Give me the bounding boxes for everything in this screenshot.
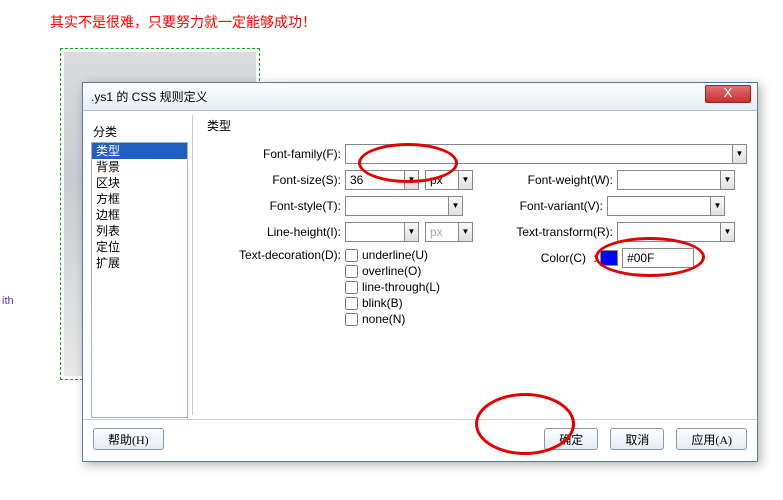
label-text-transform: Text-transform(R): (491, 225, 617, 239)
sidebar-item-type[interactable]: 类型 (92, 143, 187, 159)
main-panel: 类型 Font-family(F): ▼ Font-size(S): ▼ ▼ F… (197, 111, 757, 419)
panel-title: 类型 (207, 117, 747, 134)
linethrough-label: line-through(L) (362, 280, 440, 294)
font-variant-field[interactable] (607, 196, 711, 216)
titlebar[interactable]: .ys1 的 CSS 规则定义 X (83, 83, 757, 111)
font-weight-field[interactable] (617, 170, 721, 190)
font-weight-dd-icon[interactable]: ▼ (721, 170, 735, 190)
font-size-unit-dd-icon[interactable]: ▼ (459, 170, 473, 190)
color-field[interactable] (622, 248, 694, 268)
label-font-style: Font-style(T): (207, 199, 345, 213)
decoration-group: underline(U) overline(O) line-through(L)… (345, 248, 440, 328)
text-transform-dd-icon[interactable]: ▼ (721, 222, 735, 242)
underline-label: underline(U) (362, 248, 428, 262)
line-height-field[interactable] (345, 222, 405, 242)
font-variant-dd-icon[interactable]: ▼ (711, 196, 725, 216)
sidebar-item-background[interactable]: 背景 (92, 159, 187, 175)
font-family-field[interactable] (345, 144, 733, 164)
label-text-decoration: Text-decoration(D): (207, 248, 345, 262)
bg-ith-text: ith (2, 295, 14, 307)
blink-label: blink(B) (362, 296, 403, 310)
sidebar-item-border[interactable]: 边框 (92, 207, 187, 223)
cancel-button[interactable]: 取消 (610, 428, 664, 450)
font-style-field[interactable] (345, 196, 449, 216)
sidebar-item-list[interactable]: 列表 (92, 223, 187, 239)
label-font-size: Font-size(S): (207, 173, 345, 187)
sidebar-title: 分类 (91, 121, 188, 142)
line-height-unit-dd-icon[interactable]: ▼ (459, 222, 473, 242)
sidebar-item-box[interactable]: 方框 (92, 191, 187, 207)
label-font-variant: Font-variant(V): (481, 199, 607, 213)
bg-red-text: 其实不是很难，只要努力就一定能够成功！ (50, 12, 316, 32)
category-list: 类型 背景 区块 方框 边框 列表 定位 扩展 (91, 142, 188, 418)
apply-button[interactable]: 应用(A) (676, 428, 747, 450)
overline-label: overline(O) (362, 264, 421, 278)
sidebar-item-extension[interactable]: 扩展 (92, 255, 187, 271)
label-color: Color(C) (464, 251, 590, 265)
blink-checkbox[interactable] (345, 297, 358, 310)
sidebar-item-block[interactable]: 区块 (92, 175, 187, 191)
font-family-dd-icon[interactable]: ▼ (733, 144, 747, 164)
font-style-dd-icon[interactable]: ▼ (449, 196, 463, 216)
font-size-unit-field[interactable] (425, 170, 459, 190)
text-transform-field[interactable] (617, 222, 721, 242)
dialog-title: .ys1 的 CSS 规则定义 (91, 88, 208, 105)
sidebar: 分类 类型 背景 区块 方框 边框 列表 定位 扩展 (87, 115, 193, 415)
help-button[interactable]: 帮助(H) (93, 428, 164, 450)
label-font-family: Font-family(F): (207, 147, 345, 161)
css-rule-dialog: .ys1 的 CSS 规则定义 X 分类 类型 背景 区块 方框 边框 列表 定… (82, 82, 758, 462)
color-swatch[interactable] (600, 250, 618, 266)
label-line-height: Line-height(I): (207, 225, 345, 239)
underline-checkbox[interactable] (345, 249, 358, 262)
overline-checkbox[interactable] (345, 265, 358, 278)
none-checkbox[interactable] (345, 313, 358, 326)
none-label: none(N) (362, 312, 405, 326)
line-height-unit-field[interactable] (425, 222, 459, 242)
label-font-weight: Font-weight(W): (491, 173, 617, 187)
font-size-dd-icon[interactable]: ▼ (405, 170, 419, 190)
line-height-dd-icon[interactable]: ▼ (405, 222, 419, 242)
close-button[interactable]: X (705, 85, 751, 103)
font-size-field[interactable] (345, 170, 405, 190)
button-row: 帮助(H) 确定 取消 应用(A) (83, 419, 757, 458)
sidebar-item-position[interactable]: 定位 (92, 239, 187, 255)
linethrough-checkbox[interactable] (345, 281, 358, 294)
ok-button[interactable]: 确定 (544, 428, 598, 450)
